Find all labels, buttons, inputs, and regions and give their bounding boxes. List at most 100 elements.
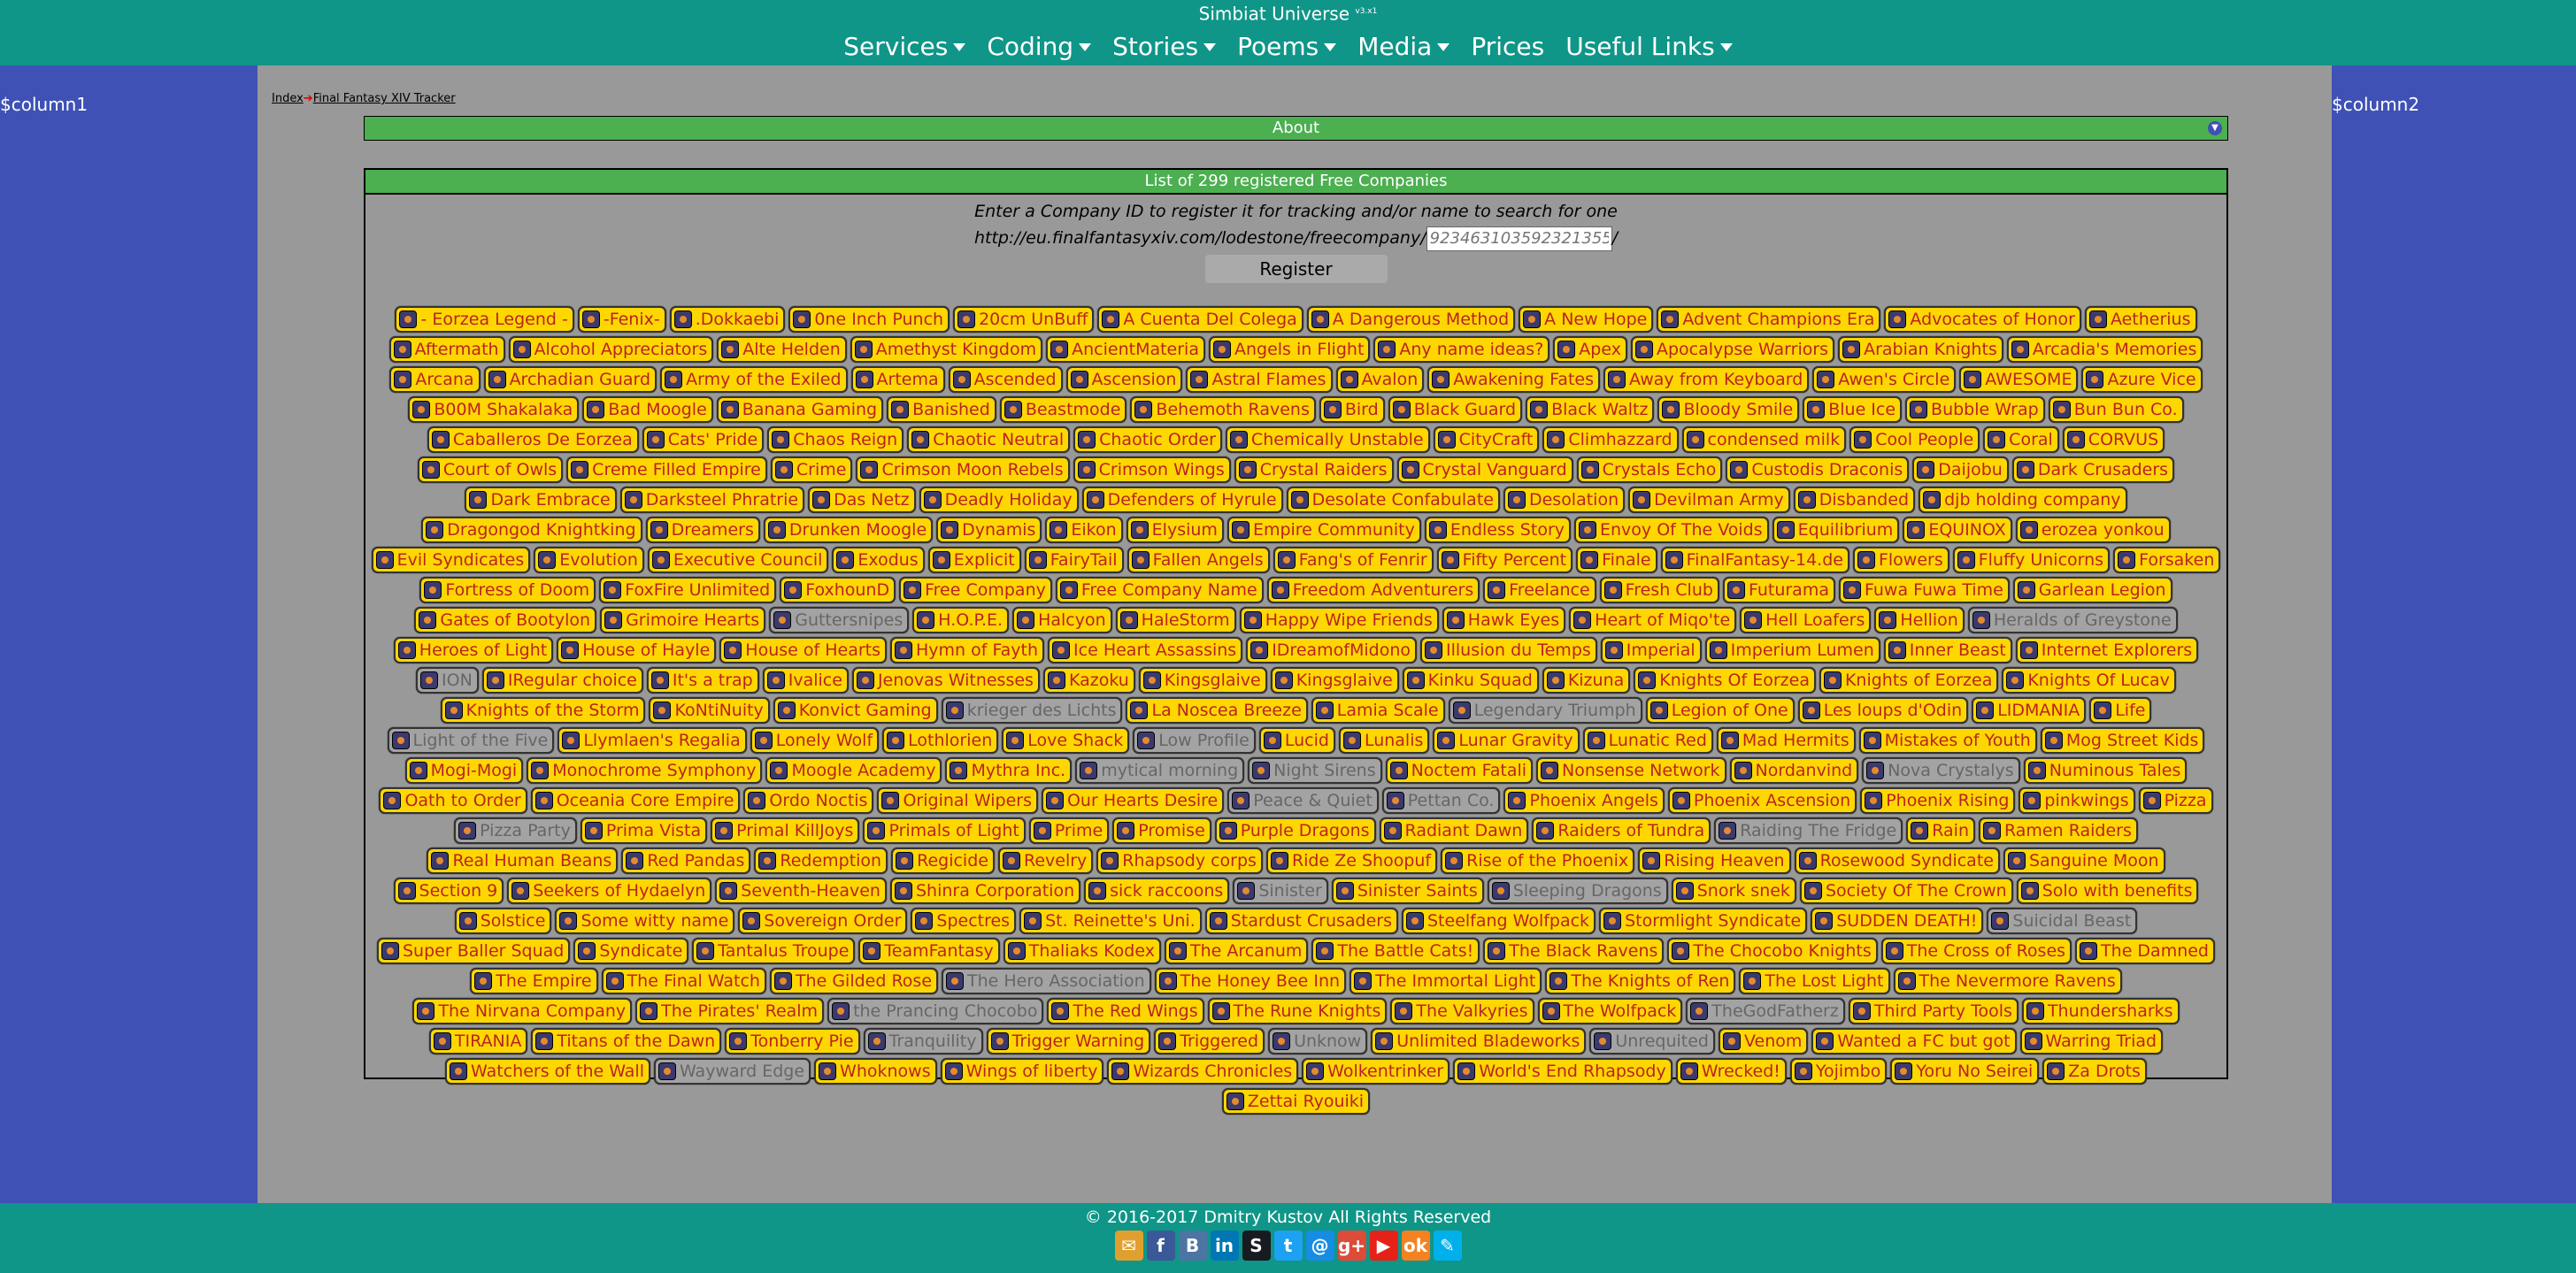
company-badge[interactable]: Freelance	[1483, 577, 1596, 603]
company-badge[interactable]: Disbanded	[1793, 487, 1916, 513]
company-badge[interactable]: Ride Ze Shoopuf	[1265, 847, 1438, 874]
company-badge[interactable]: Revelry	[997, 847, 1094, 874]
company-badge[interactable]: FoxFire Unlimited	[599, 577, 777, 603]
company-badge[interactable]: djb holding company	[1919, 487, 2127, 513]
company-badge[interactable]: Internet Explorers	[2015, 637, 2199, 663]
company-badge[interactable]: Advocates of Honor	[1884, 306, 2081, 333]
company-badge[interactable]: Desolation	[1503, 487, 1626, 513]
company-badge[interactable]: Warring Triad	[2019, 1028, 2164, 1054]
company-badge[interactable]: Any name ideas?	[1373, 336, 1550, 363]
company-badge[interactable]: La Noscea Breeze	[1126, 697, 1308, 724]
company-badge[interactable]: Arabian Knights	[1838, 336, 2003, 363]
company-badge[interactable]: Titans of the Dawn	[531, 1028, 722, 1054]
company-badge[interactable]: TIRANIA	[428, 1028, 528, 1054]
company-badge[interactable]: Lamia Scale	[1311, 697, 1445, 724]
company-badge[interactable]: Third Party Tools	[1848, 998, 2019, 1024]
company-badge[interactable]: Night Sirens	[1248, 757, 1382, 784]
company-badge[interactable]: Tonberry Pie	[725, 1028, 860, 1054]
company-badge[interactable]: Heralds of Greystone	[1967, 607, 2178, 633]
company-badge[interactable]: The Lost Light	[1739, 968, 1890, 994]
company-badge[interactable]: Apex	[1553, 336, 1627, 363]
company-badge[interactable]: Rise of the Phoenix	[1441, 847, 1635, 874]
company-badge[interactable]: Gates of Bootylon	[414, 607, 597, 633]
company-badge[interactable]: Regicide	[891, 847, 995, 874]
company-badge[interactable]: Mog Street Kids	[2040, 727, 2205, 754]
company-badge[interactable]: The Arcanum	[1164, 938, 1309, 964]
company-badge[interactable]: Evil Syndicates	[371, 547, 531, 573]
company-badge[interactable]: Bird	[1319, 396, 1385, 423]
company-badge[interactable]: Behemoth Ravens	[1130, 396, 1316, 423]
company-badge[interactable]: Tantalus Troupe	[692, 938, 856, 964]
company-badge[interactable]: Flowers	[1852, 547, 1949, 573]
company-badge[interactable]: Aetherius	[2084, 306, 2197, 333]
company-badge[interactable]: IRegular choice	[481, 667, 643, 694]
company-badge[interactable]: Original Wipers	[877, 787, 1038, 814]
company-badge[interactable]: The Empire	[470, 968, 598, 994]
company-badge[interactable]: Archadian Guard	[483, 366, 657, 393]
company-badge[interactable]: Lunalis	[1338, 727, 1430, 754]
company-badge[interactable]: Desolate Confabulate	[1286, 487, 1500, 513]
company-badge[interactable]: Heart of Miqo'te	[1569, 607, 1737, 633]
company-badge[interactable]: Dynamis	[936, 517, 1042, 543]
company-badge[interactable]: HaleStorm	[1115, 607, 1236, 633]
company-badge[interactable]: Futurama	[1722, 577, 1835, 603]
company-badge[interactable]: Deadly Holiday	[919, 487, 1079, 513]
company-badge[interactable]: Hell Loafers	[1740, 607, 1872, 633]
company-badge[interactable]: Chemically Unstable	[1225, 426, 1430, 453]
company-badge[interactable]: Solstice	[454, 908, 552, 934]
company-badge[interactable]: Lunar Gravity	[1433, 727, 1580, 754]
company-badge[interactable]: Daijobu	[1912, 456, 2009, 483]
company-badge[interactable]: Beastmode	[999, 396, 1127, 423]
company-badge[interactable]: Fortress of Doom	[419, 577, 596, 603]
company-badge[interactable]: Ordo Noctis	[743, 787, 874, 814]
company-badge[interactable]: The Wolfpack	[1537, 998, 1683, 1024]
company-badge[interactable]: The Battle Cats!	[1311, 938, 1480, 964]
company-badge[interactable]: Artema	[850, 366, 945, 393]
company-badge[interactable]: House of Hayle	[557, 637, 717, 663]
steam-icon[interactable]: S	[1242, 1231, 1271, 1261]
company-badge[interactable]: Kingsglaive	[1270, 667, 1399, 694]
company-badge[interactable]: Rhapsody corps	[1096, 847, 1263, 874]
company-badge[interactable]: Bloody Smile	[1657, 396, 1800, 423]
company-badge[interactable]: Numinous Tales	[2023, 757, 2188, 784]
company-badge[interactable]: Cool People	[1849, 426, 1980, 453]
company-badge[interactable]: Stardust Crusaders	[1204, 908, 1398, 934]
company-badge[interactable]: Caballeros De Eorzea	[427, 426, 639, 453]
company-badge[interactable]: Zettai Ryouiki	[1221, 1088, 1371, 1115]
company-badge[interactable]: Drunken Moogle	[763, 517, 934, 543]
company-badge[interactable]: CORVUS	[2062, 426, 2165, 453]
company-badge[interactable]: Noctem Fatali	[1385, 757, 1534, 784]
company-badge[interactable]: Advent Champions Era	[1657, 306, 1881, 333]
company-badge[interactable]: Army of the Exiled	[660, 366, 848, 393]
company-badge[interactable]: Our Hearts Desire	[1041, 787, 1225, 814]
company-badge[interactable]: Freedom Adventurers	[1266, 577, 1480, 603]
company-badge[interactable]: Phoenix Ascension	[1667, 787, 1857, 814]
company-badge[interactable]: EQUINOX	[1903, 517, 2012, 543]
company-badge[interactable]: Angels in Flight	[1208, 336, 1371, 363]
company-badge[interactable]: Happy Wipe Friends	[1239, 607, 1439, 633]
company-badge[interactable]: 20cm UnBuff	[953, 306, 1095, 333]
company-badge[interactable]: Bun Bun Co.	[2048, 396, 2184, 423]
company-badge[interactable]: Purple Dragons	[1214, 817, 1376, 844]
company-badge[interactable]: Free Company Name	[1055, 577, 1264, 603]
company-badge[interactable]: Primals of Light	[863, 817, 1026, 844]
company-badge[interactable]: Exodus	[832, 547, 925, 573]
company-badge[interactable]: Suicidal Beast	[1987, 908, 2138, 934]
company-id-input[interactable]	[1426, 226, 1612, 251]
company-badge[interactable]: - Eorzea Legend -	[395, 306, 574, 333]
company-badge[interactable]: Lunatic Red	[1582, 727, 1713, 754]
company-badge[interactable]: Trigger Warning	[986, 1028, 1151, 1054]
company-badge[interactable]: Steelfang Wolfpack	[1402, 908, 1596, 934]
company-badge[interactable]: It's a trap	[646, 667, 759, 694]
company-badge[interactable]: Seventh-Heaven	[715, 878, 887, 904]
company-badge[interactable]: Chaotic Neutral	[907, 426, 1071, 453]
company-badge[interactable]: Oceania Core Empire	[530, 787, 741, 814]
company-badge[interactable]: Custodis Draconis	[1726, 456, 1910, 483]
menu-item-poems[interactable]: Poems	[1226, 29, 1347, 65]
company-badge[interactable]: Fallen Angels	[1127, 547, 1270, 573]
company-badge[interactable]: Free Company	[899, 577, 1052, 603]
company-badge[interactable]: Away from Keyboard	[1603, 366, 1810, 393]
company-badge[interactable]: Knights Of Lucav	[2002, 667, 2176, 694]
company-badge[interactable]: FinalFantasy-14.de	[1660, 547, 1849, 573]
company-badge[interactable]: Za Drots	[2042, 1058, 2147, 1085]
